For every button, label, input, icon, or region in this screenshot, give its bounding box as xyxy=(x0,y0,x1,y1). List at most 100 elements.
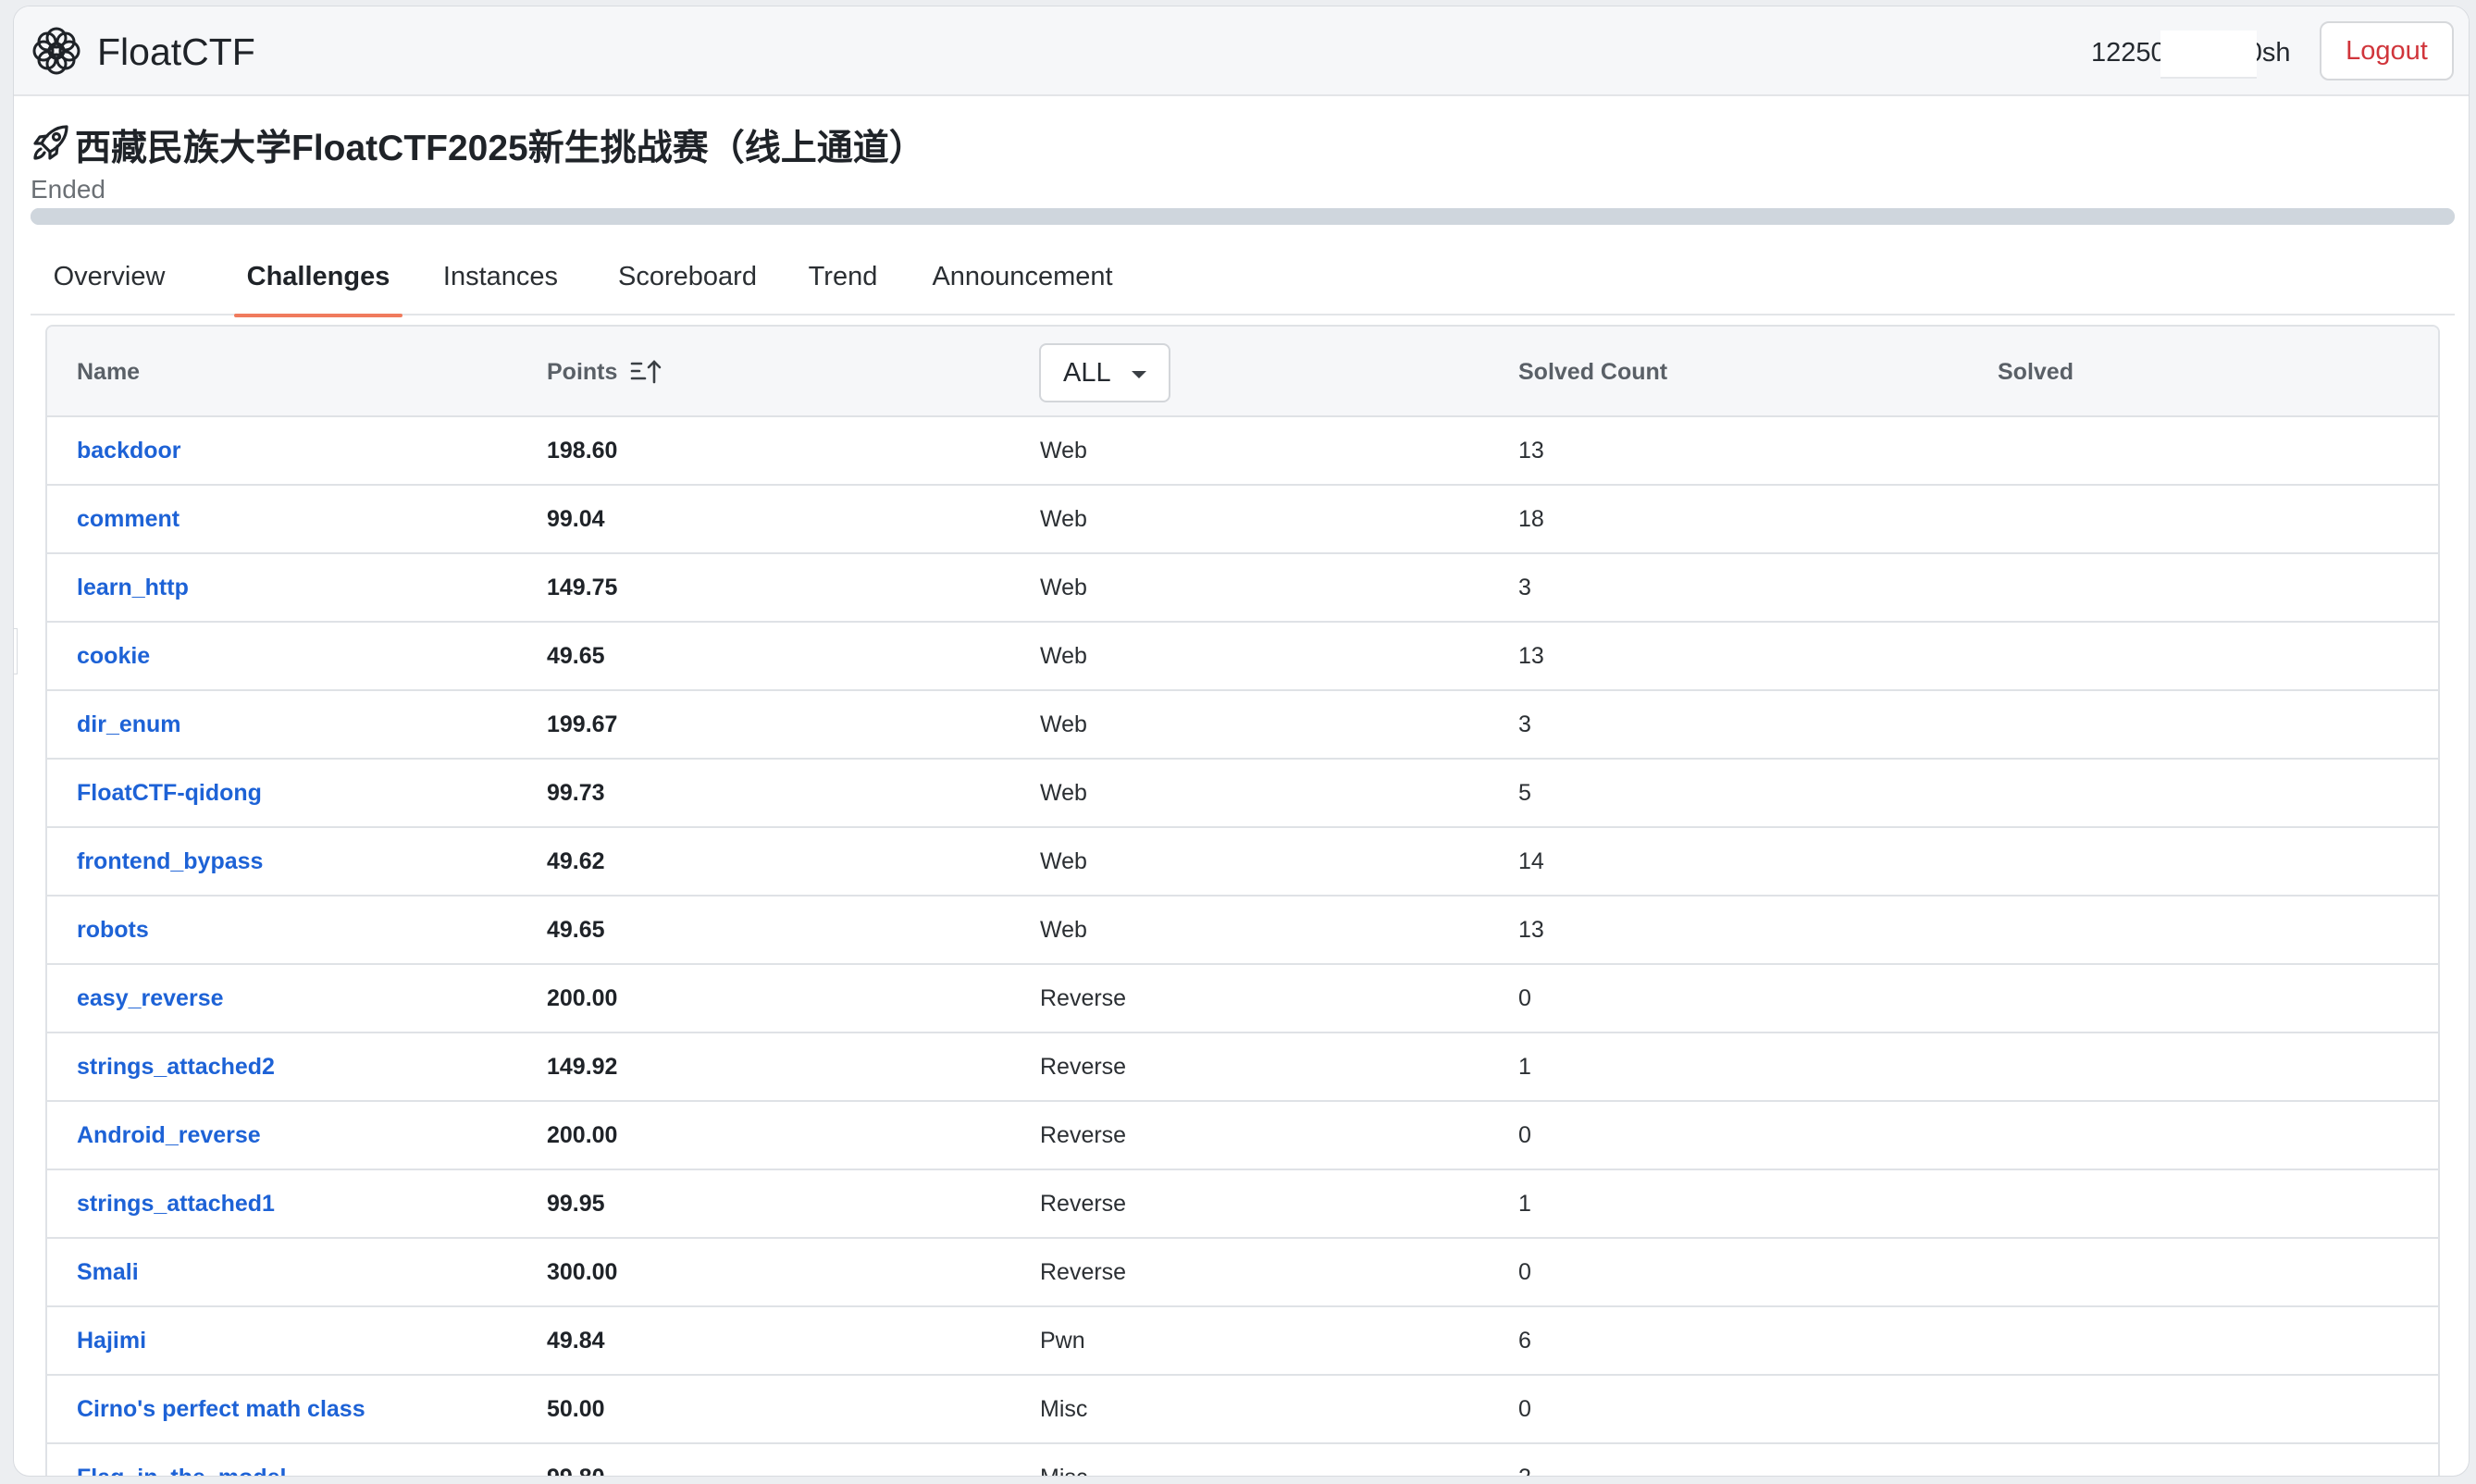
challenge-points: 99.04 xyxy=(547,505,605,532)
table-row[interactable]: Android_reverse 200.00 Reverse 0 xyxy=(47,1102,2438,1170)
tab-announcement[interactable]: Announcement xyxy=(902,238,1143,315)
table-row[interactable]: Smali 300.00 Reverse 0 xyxy=(47,1239,2438,1307)
logout-button[interactable]: Logout xyxy=(2320,21,2454,80)
floatctf-logo-icon[interactable] xyxy=(31,25,82,77)
challenge-name-link[interactable]: learn_http xyxy=(77,554,189,621)
app-window: FloatCTF 12250 o0sh Logout 西藏民族大学FloatCTF… xyxy=(13,6,2470,1477)
challenge-points: 49.84 xyxy=(547,1327,605,1354)
challenge-points: 50.00 xyxy=(547,1395,605,1422)
challenge-solved-count: 13 xyxy=(1518,437,1544,464)
challenge-points: 99.95 xyxy=(547,1190,605,1217)
tab-challenges[interactable]: Challenges xyxy=(234,238,402,317)
chevron-down-icon xyxy=(1132,371,1146,378)
challenge-name-link[interactable]: cookie xyxy=(77,623,150,689)
contest-progress-fill xyxy=(31,208,2455,225)
challenge-points: 199.67 xyxy=(547,711,618,737)
contest-title: 西藏民族大学FloatCTF2025新生挑战赛（线上通道） xyxy=(75,129,925,168)
challenge-category: Web xyxy=(1040,711,1087,737)
table-body: backdoor 198.60 Web 13 comment 99.04 Web 18 lear… xyxy=(47,417,2438,1477)
challenge-solved-count: 2 xyxy=(1518,1444,1531,1477)
challenge-name-link[interactable]: robots xyxy=(77,897,149,963)
challenge-category: Web xyxy=(1040,779,1087,806)
category-filter-select[interactable]: ALL xyxy=(1039,343,1170,402)
challenge-category: Web xyxy=(1040,642,1087,669)
challenge-category: Web xyxy=(1040,574,1087,600)
challenge-points: 99.80 xyxy=(547,1444,605,1477)
challenge-category: Pwn xyxy=(1040,1327,1085,1354)
challenge-solved-count: 13 xyxy=(1518,642,1544,669)
challenge-solved-count: 1 xyxy=(1518,1190,1531,1217)
table-row[interactable]: Flag_in_the_model 99.80 Misc 2 xyxy=(47,1444,2438,1477)
challenge-name-link[interactable]: Cirno's perfect math class xyxy=(77,1376,365,1442)
contest-tabs: Overview Challenges Instances Scoreboard… xyxy=(31,238,2455,317)
challenge-name-link[interactable]: Hajimi xyxy=(77,1307,146,1374)
challenge-solved-count: 14 xyxy=(1518,847,1544,874)
challenge-name-link[interactable]: comment xyxy=(77,486,180,552)
challenge-category: Web xyxy=(1040,916,1087,943)
table-row[interactable]: learn_http 149.75 Web 3 xyxy=(47,554,2438,623)
challenge-solved-count: 0 xyxy=(1518,984,1531,1011)
tab-instances[interactable]: Instances xyxy=(427,238,575,315)
sidebar-collapse-handle[interactable] xyxy=(14,628,18,674)
challenge-points: 99.73 xyxy=(547,779,605,806)
challenge-category: Web xyxy=(1040,847,1087,874)
challenge-category: Reverse xyxy=(1040,1121,1127,1148)
challenge-solved-count: 13 xyxy=(1518,916,1544,943)
table-row[interactable]: robots 49.65 Web 13 xyxy=(47,897,2438,965)
challenge-name-link[interactable]: backdoor xyxy=(77,417,181,484)
challenge-category: Misc xyxy=(1040,1395,1088,1422)
table-row[interactable]: comment 99.04 Web 18 xyxy=(47,486,2438,554)
contest-status: Ended xyxy=(31,175,105,204)
app-title[interactable]: FloatCTF xyxy=(97,31,255,74)
challenge-name-link[interactable]: Flag_in_the_model xyxy=(77,1444,286,1477)
challenge-name-link[interactable]: FloatCTF-qidong xyxy=(77,760,262,826)
tab-overview[interactable]: Overview xyxy=(42,238,177,315)
tab-trend[interactable]: Trend xyxy=(789,238,897,315)
contest-progress-bar xyxy=(31,208,2455,225)
challenge-points: 149.75 xyxy=(547,574,618,600)
challenge-name-link[interactable]: Android_reverse xyxy=(77,1102,261,1169)
table-row[interactable]: Cirno's perfect math class 50.00 Misc 0 xyxy=(47,1376,2438,1444)
table-row[interactable]: dir_enum 199.67 Web 3 xyxy=(47,691,2438,760)
username-prefix: 12250 xyxy=(2091,38,2166,68)
table-row[interactable]: strings_attached1 99.95 Reverse 1 xyxy=(47,1170,2438,1239)
column-header-solved-count: Solved Count xyxy=(1518,358,1668,385)
table-row[interactable]: backdoor 198.60 Web 13 xyxy=(47,417,2438,486)
challenge-solved-count: 18 xyxy=(1518,505,1544,532)
challenge-name-link[interactable]: dir_enum xyxy=(77,691,181,758)
challenge-points: 300.00 xyxy=(547,1258,618,1285)
table-row[interactable]: cookie 49.65 Web 13 xyxy=(47,623,2438,691)
challenge-category: Reverse xyxy=(1040,1258,1127,1285)
table-row[interactable]: frontend_bypass 49.62 Web 14 xyxy=(47,828,2438,897)
challenge-solved-count: 5 xyxy=(1518,779,1531,806)
table-row[interactable]: easy_reverse 200.00 Reverse 0 xyxy=(47,965,2438,1033)
tab-scoreboard[interactable]: Scoreboard xyxy=(595,238,780,315)
table-row[interactable]: strings_attached2 149.92 Reverse 1 xyxy=(47,1033,2438,1102)
challenge-solved-count: 3 xyxy=(1518,574,1531,600)
challenge-category: Reverse xyxy=(1040,1190,1127,1217)
challenge-name-link[interactable]: frontend_bypass xyxy=(77,828,263,895)
challenge-name-link[interactable]: strings_attached1 xyxy=(77,1170,275,1237)
challenge-points: 149.92 xyxy=(547,1053,618,1080)
table-header: Name Points ALL Solved Count Solved xyxy=(47,327,2438,417)
challenge-points: 198.60 xyxy=(547,437,618,464)
table-row[interactable]: Hajimi 49.84 Pwn 6 xyxy=(47,1307,2438,1376)
challenge-category: Reverse xyxy=(1040,1053,1127,1080)
column-header-points[interactable]: Points xyxy=(547,327,662,417)
challenge-category: Reverse xyxy=(1040,984,1127,1011)
challenge-points: 49.65 xyxy=(547,642,605,669)
challenge-category: Web xyxy=(1040,505,1087,532)
top-navbar: FloatCTF 12250 o0sh Logout xyxy=(14,6,2469,96)
challenge-points: 200.00 xyxy=(547,1121,618,1148)
sort-ascending-icon[interactable] xyxy=(630,358,662,386)
challenges-table: Name Points ALL Solved Count Solved back… xyxy=(45,325,2440,1477)
username-redaction xyxy=(2160,31,2257,79)
table-row[interactable]: FloatCTF-qidong 99.73 Web 5 xyxy=(47,760,2438,828)
challenge-solved-count: 3 xyxy=(1518,711,1531,737)
challenge-category: Misc xyxy=(1040,1444,1087,1477)
challenge-name-link[interactable]: easy_reverse xyxy=(77,965,224,1032)
challenge-name-link[interactable]: strings_attached2 xyxy=(77,1033,275,1100)
challenge-name-link[interactable]: Smali xyxy=(77,1239,139,1305)
challenge-solved-count: 0 xyxy=(1518,1121,1531,1148)
points-header-label: Points xyxy=(547,358,618,385)
